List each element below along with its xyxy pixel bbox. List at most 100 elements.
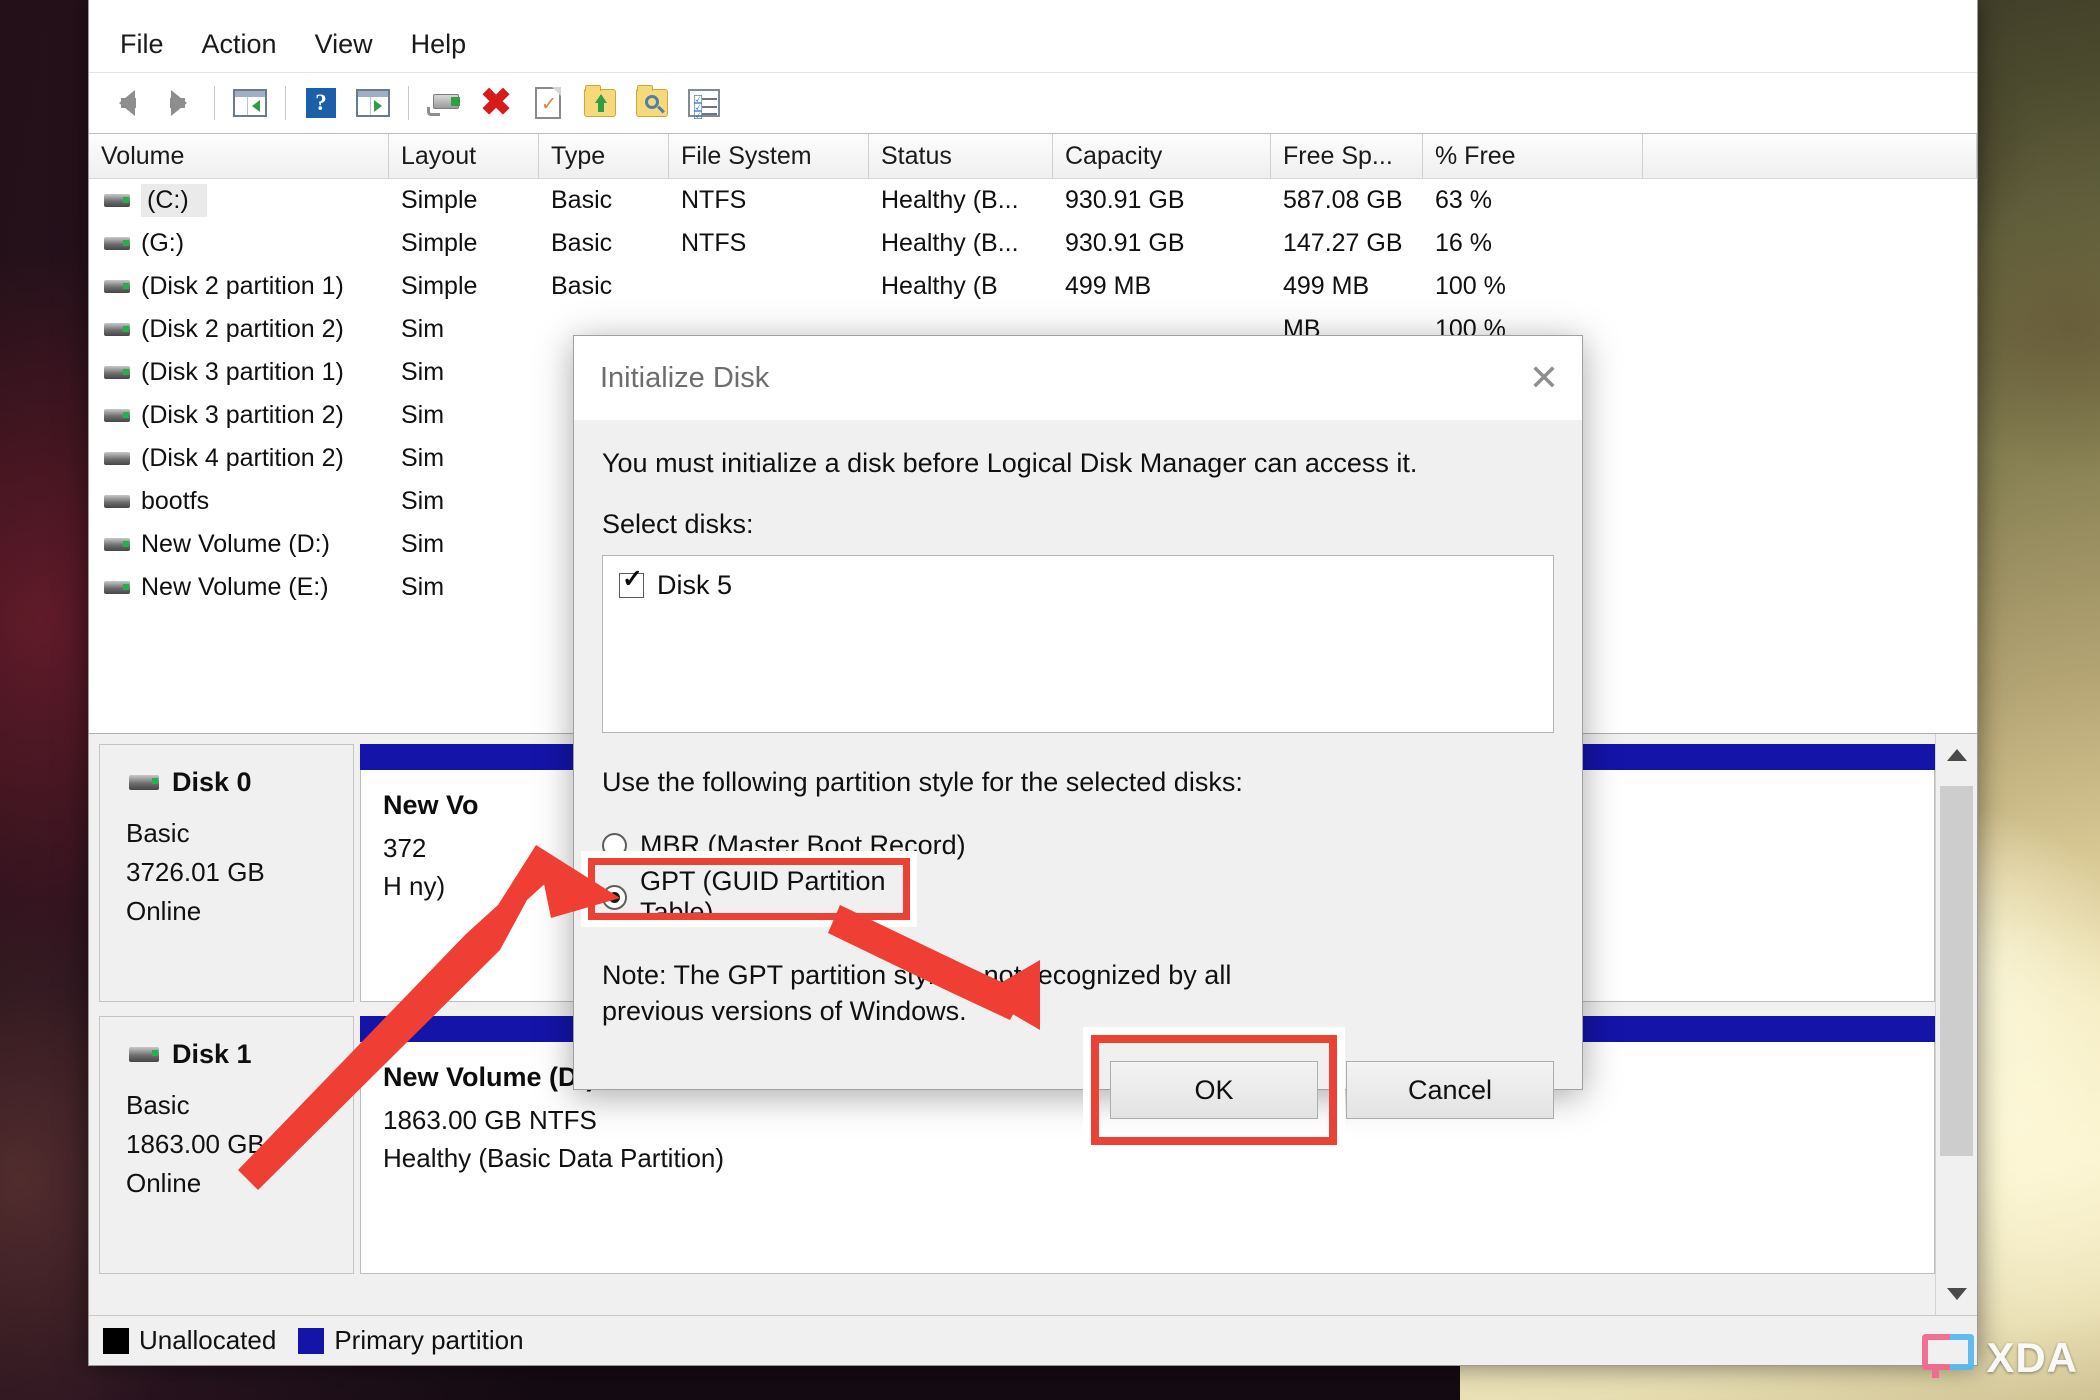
cell-status: Healthy (B...: [881, 186, 1019, 214]
cell-volume: New Volume (E:): [89, 573, 389, 602]
cell-fs: NTFS: [681, 229, 747, 257]
disk-list-item[interactable]: Disk 5: [619, 567, 1553, 601]
xda-logo-icon: [1922, 1334, 1975, 1382]
cell-volume: (G:): [89, 229, 389, 258]
dialog-body: You must initialize a disk before Logica…: [574, 420, 1582, 1029]
disk-type: Basic: [126, 818, 190, 848]
gpt-note-text: Note: The GPT partition style is not rec…: [602, 960, 1232, 1026]
volume-icon: [104, 495, 130, 508]
column-header-spacer: [1643, 134, 1977, 178]
table-row[interactable]: (G:) Simple Basic NTFS Healthy (B... 930.91 G…: [89, 222, 1977, 265]
initialize-disk-dialog[interactable]: Initialize Disk ✕ You must initialize a …: [573, 335, 1583, 1146]
mbr-radio-button[interactable]: [602, 832, 627, 858]
disk-name: Disk 1: [172, 1039, 252, 1069]
cell-free: 587.08 GB: [1283, 186, 1403, 214]
cell-volume: (Disk 3 partition 2): [89, 401, 389, 430]
ok-button-wrapper[interactable]: OK: [1091, 1035, 1337, 1146]
delete-icon[interactable]: ✖: [470, 79, 522, 127]
help-icon[interactable]: ?: [295, 79, 347, 127]
cell-volume-label: New Volume (D:): [141, 530, 330, 558]
legend-label-primary-partition: Primary partition: [334, 1325, 524, 1355]
menu-file[interactable]: File: [101, 25, 183, 64]
column-header-layout[interactable]: Layout: [389, 134, 539, 178]
volume-icon: [104, 366, 130, 379]
dialog-intro-text: You must initialize a disk before Logica…: [602, 448, 1418, 478]
column-header-free-space[interactable]: Free Sp...: [1271, 134, 1423, 178]
disk-select-listbox[interactable]: Disk 5: [602, 555, 1554, 733]
properties-icon[interactable]: ✓: [522, 79, 574, 127]
dialog-title: Initialize Disk: [600, 361, 770, 394]
partition-style-label: Use the following partition style for th…: [602, 767, 1243, 797]
volume-icon: [104, 194, 130, 207]
column-header-file-system[interactable]: File System: [669, 134, 869, 178]
scrollbar-thumb[interactable]: [1940, 786, 1973, 1156]
legend: Unallocated Primary partition: [89, 1315, 1977, 1365]
cell-volume: bootfs: [89, 487, 389, 516]
cell-type: Basic: [551, 186, 613, 214]
cell-layout: Sim: [401, 444, 445, 472]
table-row[interactable]: (Disk 2 partition 1) Simple Basic Healthy (…: [89, 265, 1977, 308]
cell-layout: Sim: [401, 487, 445, 515]
close-icon[interactable]: ✕: [1506, 336, 1582, 420]
volume-list-header: Volume Layout Type File System Status Ca…: [89, 134, 1977, 179]
disk-type: Basic: [126, 1090, 190, 1120]
gpt-radio-label: GPT (GUID Partition Table): [640, 866, 886, 927]
column-header-percent-free[interactable]: % Free: [1423, 134, 1643, 178]
cell-pct: 63 %: [1435, 186, 1492, 214]
cell-volume-label: (Disk 3 partition 1): [141, 358, 344, 386]
dialog-button-row: OK Cancel: [574, 1029, 1582, 1151]
find-icon[interactable]: [626, 79, 678, 127]
disk-info-panel[interactable]: Disk 0 Basic 3726.01 GB Online: [99, 744, 354, 1002]
export-list-icon[interactable]: [574, 79, 626, 127]
options-icon[interactable]: ☑ ☑ ☑: [678, 79, 730, 127]
cell-type: Basic: [551, 272, 613, 300]
back-arrow-icon[interactable]: [101, 79, 153, 127]
menu-view[interactable]: View: [296, 25, 392, 64]
toolbar: ? ✖ ✓ ☑ ☑ ☑: [89, 73, 1977, 134]
scroll-down-icon[interactable]: [1936, 1273, 1977, 1315]
cell-capacity: 930.91 GB: [1065, 229, 1185, 257]
disk-5-label: Disk 5: [657, 570, 733, 600]
volume-icon: [104, 409, 130, 422]
cell-type: Basic: [551, 229, 613, 257]
rescan-disks-icon[interactable]: [418, 79, 470, 127]
ok-button[interactable]: OK: [1110, 1061, 1318, 1120]
volume-icon: [104, 581, 130, 594]
gpt-radio-button[interactable]: [602, 884, 627, 910]
cell-status: Healthy (B: [881, 272, 998, 300]
column-header-capacity[interactable]: Capacity: [1053, 134, 1271, 178]
gpt-radio-row[interactable]: GPT (GUID Partition Table): [602, 866, 910, 927]
dialog-title-bar: Initialize Disk ✕: [574, 336, 1582, 420]
column-header-type[interactable]: Type: [539, 134, 669, 178]
cell-volume-label: (C:): [141, 184, 207, 217]
disk-size: 1863.00 GB: [126, 1129, 265, 1159]
toolbar-separator: [408, 86, 409, 120]
disk-title: Disk 0: [126, 767, 353, 798]
menu-help[interactable]: Help: [392, 25, 486, 64]
disk-info-panel[interactable]: Disk 1 Basic 1863.00 GB Online: [99, 1016, 354, 1274]
show-hide-console-tree-icon[interactable]: [224, 79, 276, 127]
cell-volume-label: (G:): [141, 229, 185, 257]
cancel-button[interactable]: Cancel: [1346, 1061, 1554, 1120]
legend-swatch-unallocated: [103, 1327, 129, 1354]
cell-pct: 100 %: [1435, 272, 1506, 300]
disk-icon: [129, 1047, 159, 1062]
column-header-status[interactable]: Status: [869, 134, 1053, 178]
disk-icon: [129, 775, 159, 790]
cell-layout: Simple: [401, 272, 478, 300]
mbr-radio-option[interactable]: MBR (Master Boot Record): [602, 824, 1554, 866]
show-hide-action-pane-icon[interactable]: [347, 79, 399, 127]
cell-volume-label: (Disk 2 partition 2): [141, 315, 344, 343]
column-header-volume[interactable]: Volume: [89, 134, 389, 178]
table-row[interactable]: (C:) Simple Basic NTFS Healthy (B... 930.91 G…: [89, 179, 1977, 222]
disk-5-checkbox[interactable]: [619, 567, 644, 598]
title-bar: [89, 0, 1977, 16]
forward-arrow-icon[interactable]: [153, 79, 205, 127]
scroll-up-icon[interactable]: [1936, 734, 1977, 776]
volume-icon: [104, 237, 130, 250]
cell-volume-label: bootfs: [141, 487, 210, 515]
gpt-radio-option[interactable]: GPT (GUID Partition Table): [588, 858, 910, 928]
vertical-scrollbar[interactable]: [1935, 734, 1977, 1315]
scrollbar-track[interactable]: [1936, 776, 1977, 1273]
menu-action[interactable]: Action: [183, 25, 296, 64]
